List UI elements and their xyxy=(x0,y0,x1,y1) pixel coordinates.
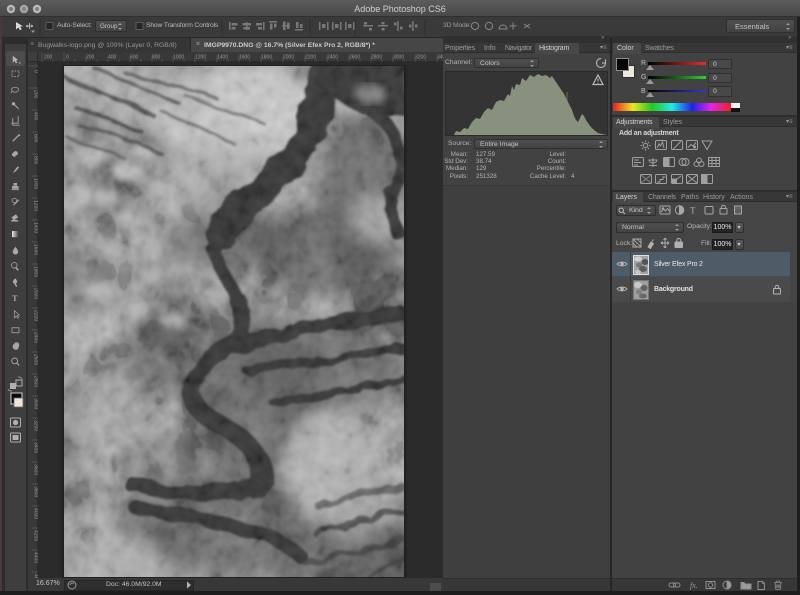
svg-text:T: T xyxy=(690,206,696,216)
svg-text:fx.: fx. xyxy=(690,581,698,590)
svg-text:200: 200 xyxy=(44,55,53,61)
svg-text:2800: 2800 xyxy=(371,55,382,61)
svg-text:T: T xyxy=(12,293,18,303)
svg-text:1800: 1800 xyxy=(261,55,272,61)
svg-text:1400: 1400 xyxy=(217,55,228,61)
svg-text:3000: 3000 xyxy=(393,55,404,61)
svg-text:2200: 2200 xyxy=(305,55,316,61)
svg-text:600: 600 xyxy=(130,55,139,61)
svg-text:1600: 1600 xyxy=(239,55,250,61)
svg-text:2600: 2600 xyxy=(349,55,360,61)
svg-text:2400: 2400 xyxy=(327,55,338,61)
svg-text:2000: 2000 xyxy=(283,55,294,61)
svg-text:400: 400 xyxy=(108,55,117,61)
svg-text:0: 0 xyxy=(66,55,69,61)
svg-text:1000: 1000 xyxy=(173,55,184,61)
svg-text:800: 800 xyxy=(152,55,161,61)
svg-text:1200: 1200 xyxy=(195,55,206,61)
svg-text:200: 200 xyxy=(86,55,95,61)
svg-text:3200: 3200 xyxy=(415,55,426,61)
